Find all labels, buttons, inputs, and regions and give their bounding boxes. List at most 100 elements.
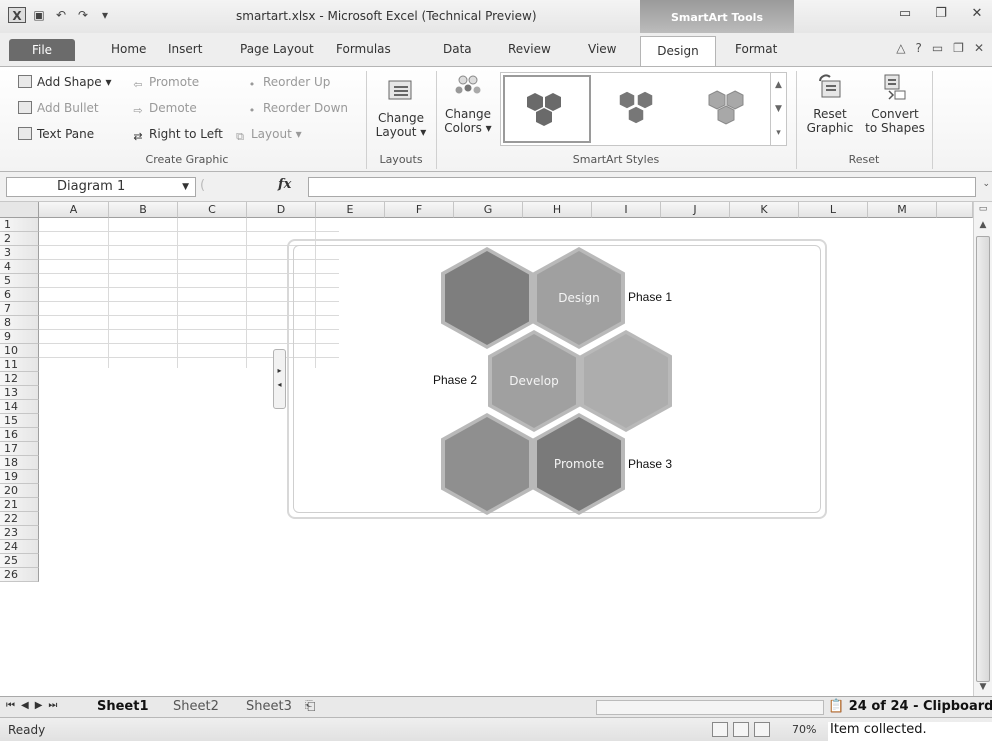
gallery-scrollbar[interactable]: ▲ ▼ ▾ bbox=[770, 73, 786, 145]
sheet-navigation[interactable]: ⏮◀▶⏭ bbox=[6, 700, 63, 711]
expand-formula-bar-icon[interactable]: ⌄ bbox=[982, 179, 990, 189]
minimize-icon[interactable]: ▭ bbox=[896, 6, 914, 21]
row-header-4[interactable]: 4 bbox=[0, 260, 39, 274]
gallery-up-icon[interactable]: ▲ bbox=[771, 73, 786, 97]
row-header-18[interactable]: 18 bbox=[0, 456, 39, 470]
scroll-down-icon[interactable]: ▼ bbox=[974, 682, 992, 692]
convert-to-shapes-button[interactable]: Convert to Shapes bbox=[860, 73, 930, 135]
sheet-tab-2[interactable]: Sheet2 bbox=[173, 699, 219, 714]
column-header-a[interactable]: A bbox=[39, 202, 109, 218]
row-header-9[interactable]: 9 bbox=[0, 330, 39, 344]
tab-formulas[interactable]: Formulas bbox=[336, 42, 391, 56]
zoom-level[interactable]: 70% bbox=[792, 723, 816, 736]
column-header-g[interactable]: G bbox=[454, 202, 523, 218]
scroll-up-icon[interactable]: ▲ bbox=[974, 220, 992, 230]
tab-format[interactable]: Format bbox=[735, 42, 777, 56]
clipboard-indicator[interactable]: 📋 24 of 24 - Clipboard bbox=[828, 699, 992, 714]
excel-logo-icon[interactable]: X bbox=[8, 7, 26, 23]
row-header-3[interactable]: 3 bbox=[0, 246, 39, 260]
text-pane-button[interactable]: Text Pane bbox=[18, 127, 94, 141]
workbook-close-icon[interactable]: ✕ bbox=[974, 41, 984, 55]
row-header-5[interactable]: 5 bbox=[0, 274, 39, 288]
layout-button[interactable]: ⧉ Layout ▾ bbox=[234, 127, 302, 143]
column-header-l[interactable]: L bbox=[799, 202, 868, 218]
restore-icon[interactable]: ❐ bbox=[932, 6, 950, 21]
row-header-2[interactable]: 2 bbox=[0, 232, 39, 246]
demote-button[interactable]: ⇨ Demote bbox=[132, 101, 196, 117]
vertical-scrollbar[interactable]: ▭ ▲ ▼ bbox=[973, 202, 992, 696]
add-shape-button[interactable]: Add Shape ▾ bbox=[18, 75, 111, 89]
row-header-15[interactable]: 15 bbox=[0, 414, 39, 428]
row-header-19[interactable]: 19 bbox=[0, 470, 39, 484]
gallery-down-icon[interactable]: ▼ bbox=[771, 97, 786, 121]
style-thumbnail-2[interactable] bbox=[597, 75, 685, 143]
row-header-17[interactable]: 17 bbox=[0, 442, 39, 456]
tab-design[interactable]: Design bbox=[640, 36, 716, 67]
select-all-button[interactable] bbox=[0, 202, 39, 218]
row-header-13[interactable]: 13 bbox=[0, 386, 39, 400]
column-header-c[interactable]: C bbox=[178, 202, 247, 218]
column-header-k[interactable]: K bbox=[730, 202, 799, 218]
column-header-extra[interactable] bbox=[937, 202, 973, 218]
change-layout-button[interactable]: Change Layout ▾ bbox=[372, 77, 430, 139]
row-header-21[interactable]: 21 bbox=[0, 498, 39, 512]
reset-graphic-button[interactable]: Reset Graphic bbox=[802, 73, 858, 135]
reorder-up-button[interactable]: • Reorder Up bbox=[246, 75, 331, 91]
add-bullet-button[interactable]: Add Bullet bbox=[18, 101, 99, 115]
insert-sheet-icon[interactable]: ⎗ bbox=[305, 699, 315, 714]
row-header-8[interactable]: 8 bbox=[0, 316, 39, 330]
close-icon[interactable]: ✕ bbox=[968, 6, 986, 21]
workbook-minimize-icon[interactable]: ▭ bbox=[932, 41, 943, 55]
tab-home[interactable]: Home bbox=[111, 42, 146, 56]
column-header-f[interactable]: F bbox=[385, 202, 454, 218]
right-to-left-button[interactable]: ⇄ Right to Left bbox=[132, 127, 222, 143]
row-header-7[interactable]: 7 bbox=[0, 302, 39, 316]
tab-page-layout[interactable]: Page Layout bbox=[240, 42, 314, 56]
reorder-down-button[interactable]: • Reorder Down bbox=[246, 101, 348, 117]
tab-insert[interactable]: Insert bbox=[168, 42, 202, 56]
phase-1-label[interactable]: Phase 1 bbox=[628, 290, 672, 304]
column-header-b[interactable]: B bbox=[109, 202, 178, 218]
phase-2-label[interactable]: Phase 2 bbox=[433, 373, 477, 387]
column-header-i[interactable]: I bbox=[592, 202, 661, 218]
column-header-m[interactable]: M bbox=[868, 202, 937, 218]
column-header-h[interactable]: H bbox=[523, 202, 592, 218]
tab-review[interactable]: Review bbox=[508, 42, 551, 56]
name-box-dropdown-icon[interactable]: ▼ bbox=[182, 178, 189, 196]
horizontal-scrollbar[interactable] bbox=[596, 700, 824, 715]
insert-function-icon[interactable]: fx bbox=[278, 177, 291, 192]
name-box[interactable]: Diagram 1 ▼ bbox=[6, 177, 196, 197]
row-header-12[interactable]: 12 bbox=[0, 372, 39, 386]
column-header-d[interactable]: D bbox=[247, 202, 316, 218]
formula-input[interactable] bbox=[308, 177, 976, 197]
style-thumbnail-1[interactable] bbox=[503, 75, 591, 143]
promote-button[interactable]: ⇦ Promote bbox=[132, 75, 199, 91]
change-colors-button[interactable]: Change Colors ▾ bbox=[440, 73, 496, 135]
sheet-tab-1[interactable]: Sheet1 bbox=[97, 699, 149, 714]
style-thumbnail-3[interactable] bbox=[687, 75, 775, 143]
row-header-6[interactable]: 6 bbox=[0, 288, 39, 302]
customize-toolbar-icon[interactable]: ▾ bbox=[96, 7, 114, 23]
row-header-25[interactable]: 25 bbox=[0, 554, 39, 568]
page-break-view-icon[interactable] bbox=[754, 722, 770, 737]
row-header-26[interactable]: 26 bbox=[0, 568, 39, 582]
save-icon[interactable]: ▣ bbox=[30, 7, 48, 23]
row-header-14[interactable]: 14 bbox=[0, 400, 39, 414]
phase-3-label[interactable]: Phase 3 bbox=[628, 457, 672, 471]
tab-file[interactable]: File bbox=[9, 39, 75, 61]
scroll-thumb[interactable] bbox=[976, 236, 990, 682]
gallery-more-icon[interactable]: ▾ bbox=[771, 121, 786, 145]
column-header-e[interactable]: E bbox=[316, 202, 385, 218]
tab-view[interactable]: View bbox=[588, 42, 616, 56]
normal-view-icon[interactable] bbox=[712, 722, 728, 737]
sheet-tab-3[interactable]: Sheet3 bbox=[246, 699, 292, 714]
split-box-icon[interactable]: ▭ bbox=[974, 204, 992, 214]
row-header-22[interactable]: 22 bbox=[0, 512, 39, 526]
page-layout-view-icon[interactable] bbox=[733, 722, 749, 737]
formula-bar-resize-icon[interactable]: ( bbox=[200, 178, 205, 193]
row-header-24[interactable]: 24 bbox=[0, 540, 39, 554]
row-header-23[interactable]: 23 bbox=[0, 526, 39, 540]
column-header-j[interactable]: J bbox=[661, 202, 730, 218]
tab-data[interactable]: Data bbox=[443, 42, 472, 56]
help-icon[interactable]: ? bbox=[915, 41, 921, 55]
